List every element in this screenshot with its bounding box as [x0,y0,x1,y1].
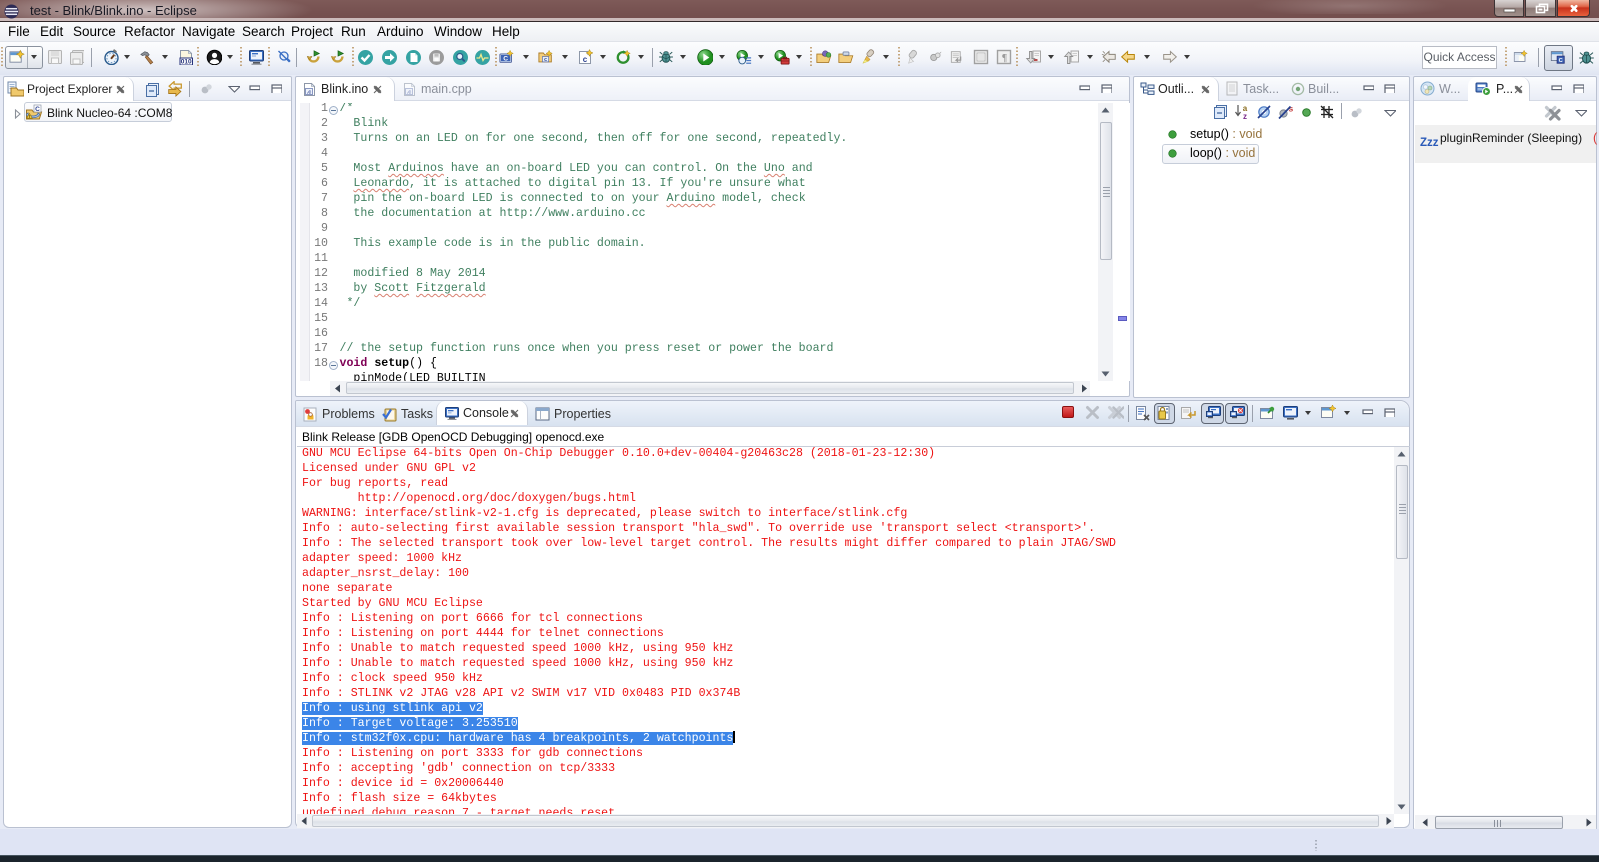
svg-text:C: C [35,106,40,113]
svg-text:C: C [503,56,508,63]
svg-text:c: c [544,57,547,63]
svg-text:c: c [583,55,588,64]
svg-text:C: C [1559,58,1563,64]
svg-text:010: 010 [181,59,192,65]
svg-text:.c: .c [307,90,312,96]
svg-text:¶: ¶ [1002,53,1007,64]
svg-text:z: z [1243,112,1247,120]
svg-text:.c: .c [407,90,412,96]
